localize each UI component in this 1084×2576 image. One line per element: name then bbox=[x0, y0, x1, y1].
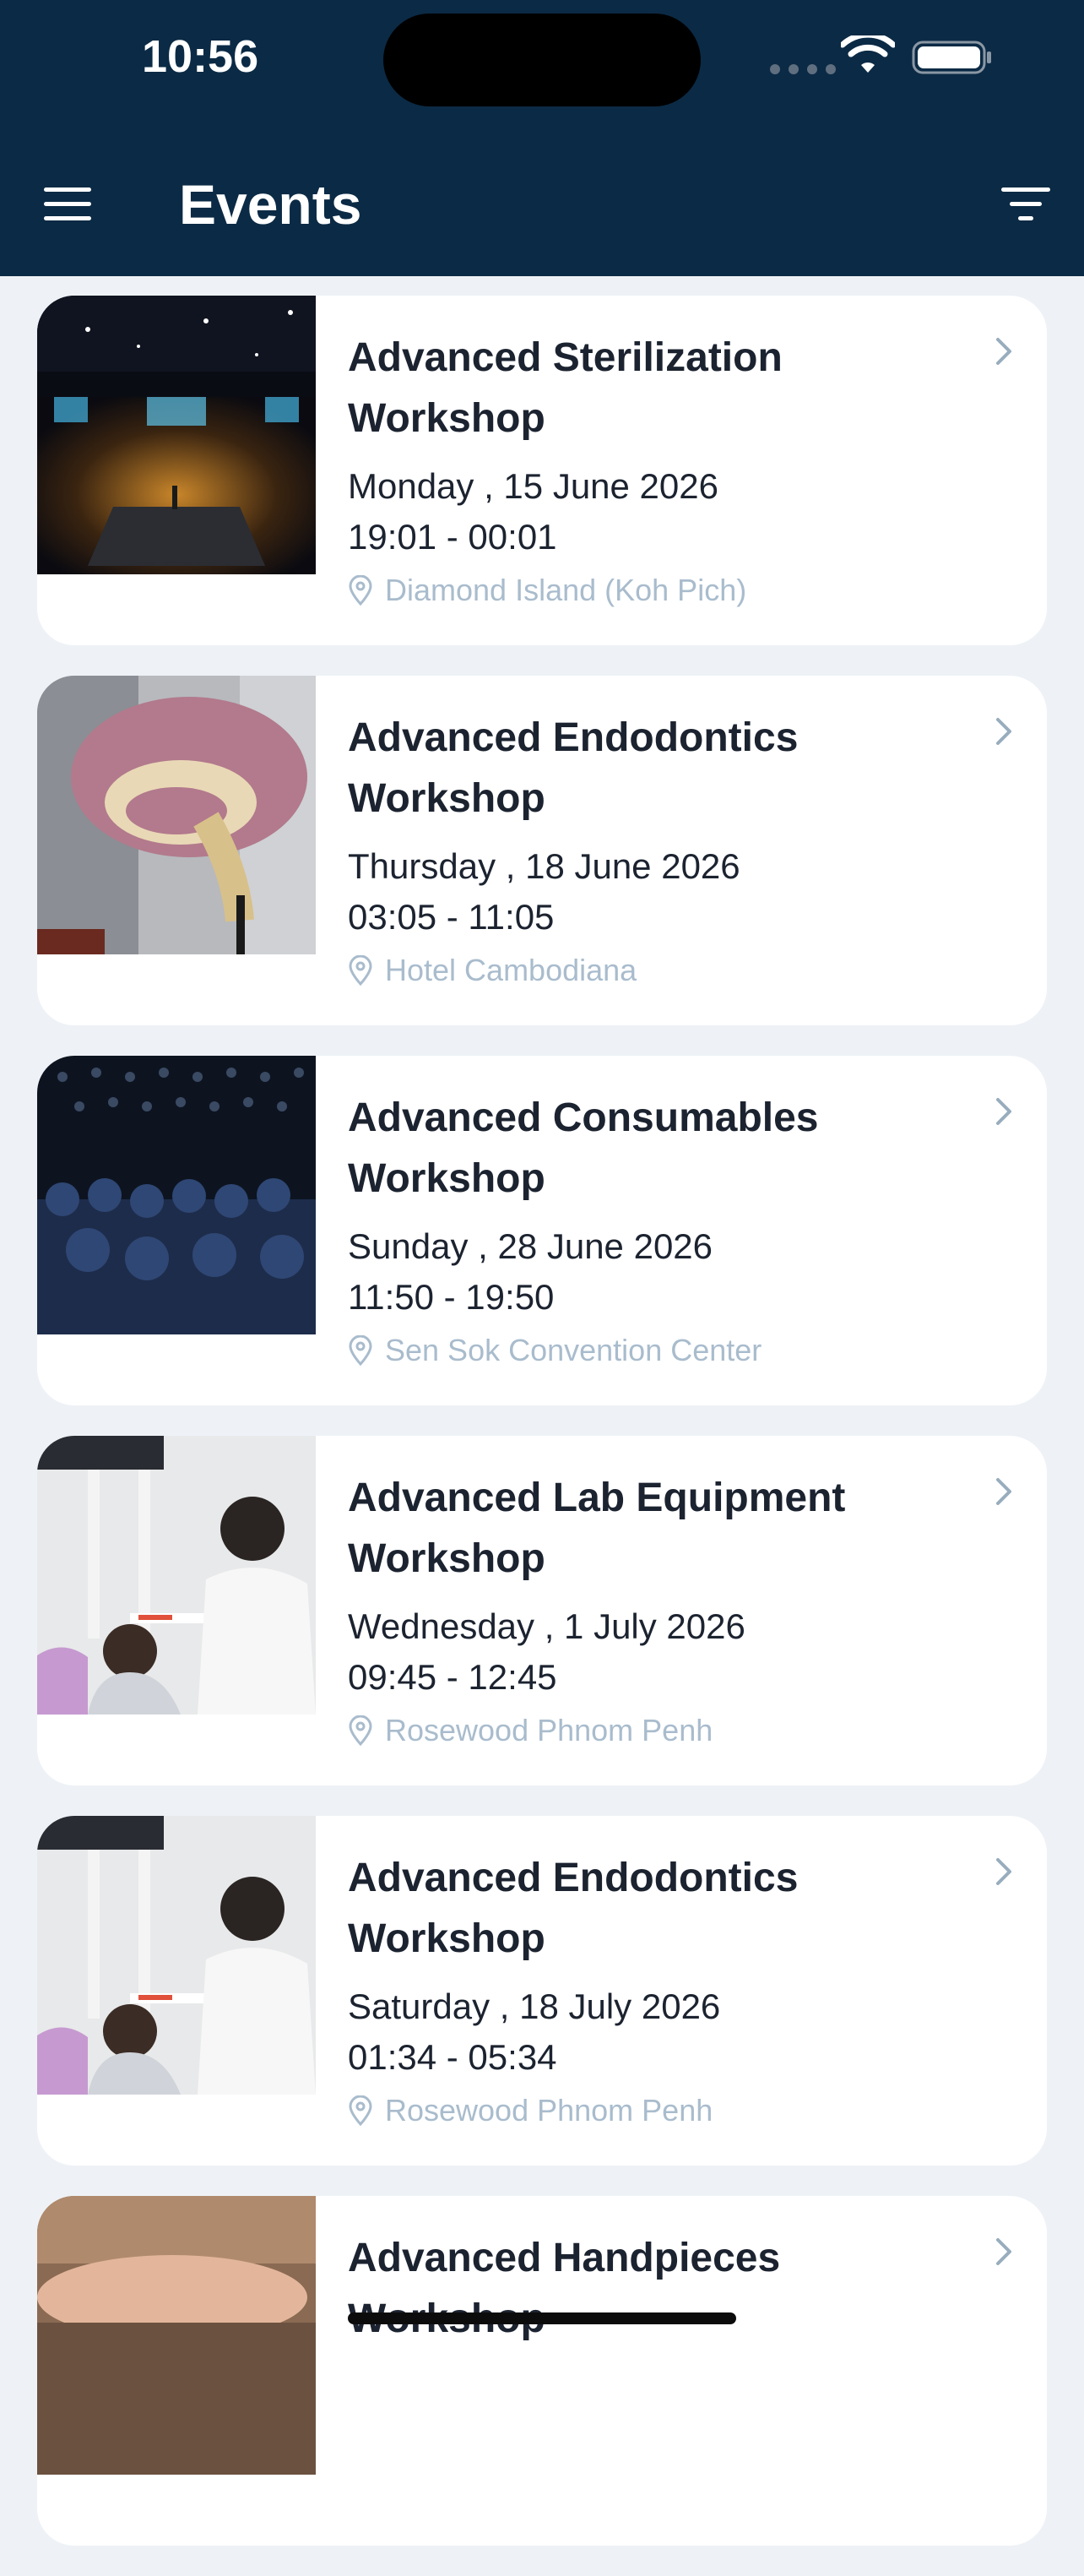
event-date: Wednesday , 1 July 2026 bbox=[348, 1606, 745, 1646]
event-location-label: Hotel Cambodiana bbox=[385, 953, 637, 987]
event-title: Advanced Consumables Workshop bbox=[348, 1095, 819, 1201]
location-pin-icon bbox=[349, 1715, 372, 1746]
event-location-label: Sen Sok Convention Center bbox=[385, 1333, 762, 1367]
event-date: Thursday , 18 June 2026 bbox=[348, 846, 740, 886]
event-card[interactable]: Advanced Lab Equipment Workshop Wednesda… bbox=[37, 1436, 1047, 1785]
event-time: 03:05 - 11:05 bbox=[348, 897, 555, 937]
status-time: 10:56 bbox=[142, 31, 259, 82]
event-location-label: Diamond Island (Koh Pich) bbox=[385, 573, 747, 607]
chevron-right-icon bbox=[996, 718, 1011, 745]
event-title: Advanced Lab Equipment Workshop bbox=[348, 1475, 846, 1581]
wifi-icon bbox=[841, 35, 895, 73]
location-pin-icon bbox=[349, 2095, 372, 2126]
event-card[interactable]: Advanced Sterilization Workshop Monday ,… bbox=[37, 296, 1047, 645]
location-pin-icon bbox=[349, 575, 372, 606]
chevron-right-icon bbox=[996, 2238, 1011, 2265]
filter-icon[interactable] bbox=[1000, 186, 1052, 223]
app-header: 10:56 Events bbox=[0, 0, 1084, 276]
event-card[interactable]: Advanced Handpieces Workshop bbox=[37, 2196, 1047, 2546]
dynamic-island bbox=[383, 14, 701, 106]
event-title: Advanced Sterilization Workshop bbox=[348, 335, 783, 441]
event-image bbox=[37, 676, 316, 954]
event-image bbox=[37, 296, 316, 574]
event-time: 19:01 - 00:01 bbox=[348, 517, 557, 557]
event-location: Rosewood Phnom Penh bbox=[348, 1709, 713, 1752]
event-image bbox=[37, 2196, 316, 2475]
location-pin-icon bbox=[349, 1335, 372, 1366]
event-location: Hotel Cambodiana bbox=[348, 949, 637, 992]
event-card[interactable]: Advanced Endodontics Workshop Saturday ,… bbox=[37, 1816, 1047, 2166]
battery-icon bbox=[912, 41, 991, 74]
event-location-label: Rosewood Phnom Penh bbox=[385, 2093, 713, 2128]
event-location: Diamond Island (Koh Pich) bbox=[348, 569, 746, 611]
cellular-signal-icon bbox=[770, 64, 836, 74]
event-time: 11:50 - 19:50 bbox=[348, 1277, 555, 1317]
menu-icon[interactable] bbox=[42, 186, 95, 223]
event-image bbox=[37, 1056, 316, 1334]
page-title: Events bbox=[179, 173, 362, 236]
event-list: Advanced Sterilization Workshop Monday ,… bbox=[37, 296, 1047, 2576]
event-date: Sunday , 28 June 2026 bbox=[348, 1226, 713, 1266]
event-title: Advanced Endodontics Workshop bbox=[348, 715, 799, 821]
event-location: Rosewood Phnom Penh bbox=[348, 2090, 713, 2132]
event-location: Sen Sok Convention Center bbox=[348, 1329, 762, 1372]
event-title: Advanced Handpieces Workshop bbox=[348, 2236, 781, 2341]
event-date: Monday , 15 June 2026 bbox=[348, 466, 718, 506]
chevron-right-icon bbox=[996, 1858, 1011, 1885]
event-time: 09:45 - 12:45 bbox=[348, 1657, 557, 1697]
location-pin-icon bbox=[349, 955, 372, 986]
event-date: Saturday , 18 July 2026 bbox=[348, 1986, 721, 2026]
event-location-label: Rosewood Phnom Penh bbox=[385, 1713, 713, 1747]
event-time: 01:34 - 05:34 bbox=[348, 2037, 557, 2077]
event-image bbox=[37, 1816, 316, 2095]
event-image bbox=[37, 1436, 316, 1715]
chevron-right-icon bbox=[996, 338, 1011, 365]
event-card[interactable]: Advanced Endodontics Workshop Thursday ,… bbox=[37, 676, 1047, 1025]
chevron-right-icon bbox=[996, 1098, 1011, 1125]
event-title: Advanced Endodontics Workshop bbox=[348, 1856, 799, 1961]
chevron-right-icon bbox=[996, 1478, 1011, 1505]
event-card[interactable]: Advanced Consumables Workshop Sunday , 2… bbox=[37, 1056, 1047, 1405]
home-indicator[interactable] bbox=[348, 2312, 736, 2324]
